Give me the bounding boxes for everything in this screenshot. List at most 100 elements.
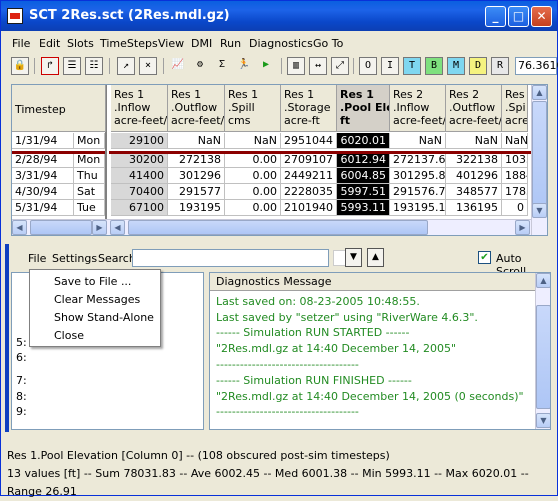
timestep-date[interactable]: 5/31/94 bbox=[12, 200, 74, 216]
column-header[interactable]: Res 1 .Inflow acre-feet/r bbox=[111, 85, 168, 132]
timestep-date[interactable]: 3/31/94 bbox=[12, 168, 74, 184]
grid-cell[interactable]: 193195.16 bbox=[390, 200, 446, 216]
title-bar[interactable]: SCT 2Res.sct (2Res.mdl.gz) _ □ ✕ bbox=[1, 1, 557, 31]
grid-cell[interactable]: 136195 bbox=[446, 200, 502, 216]
value-field[interactable]: 76.3610 bbox=[515, 57, 558, 75]
flag-o-button[interactable]: O bbox=[359, 57, 377, 75]
rows-icon[interactable]: ☰ bbox=[63, 57, 81, 75]
grid-cell[interactable]: 291576.75 bbox=[390, 184, 446, 200]
grid-cell[interactable]: 6004.85 bbox=[337, 168, 390, 184]
grid-cell[interactable]: 1884 bbox=[502, 168, 528, 184]
grid-cell[interactable]: 41400 bbox=[111, 168, 168, 184]
scroll-right-icon[interactable]: ▶ bbox=[515, 220, 530, 235]
timestep-date[interactable]: 2/28/94 bbox=[12, 152, 74, 168]
grid-cell[interactable]: 322138 bbox=[446, 152, 502, 168]
menu-view[interactable]: View bbox=[158, 37, 184, 50]
search-input[interactable] bbox=[132, 249, 329, 267]
open-window-icon[interactable]: ↗ bbox=[117, 57, 135, 75]
maximize-button[interactable]: □ bbox=[508, 6, 529, 27]
columns-icon[interactable]: ☷ bbox=[85, 57, 103, 75]
flag-d-button[interactable]: D bbox=[469, 57, 487, 75]
grid-cell[interactable]: 301296 bbox=[168, 168, 225, 184]
diag-file-menu[interactable]: File bbox=[28, 252, 46, 265]
col-width-icon[interactable]: ▥ bbox=[287, 57, 305, 75]
fit-width-icon[interactable]: ↔ bbox=[309, 57, 327, 75]
grid-cell[interactable]: 2709107 bbox=[281, 152, 337, 168]
grid-cell[interactable]: 291577 bbox=[168, 184, 225, 200]
timestep-day[interactable]: Sat bbox=[74, 184, 105, 200]
grid-cell[interactable]: 67100 bbox=[111, 200, 168, 216]
timestep-day[interactable]: Tue bbox=[74, 200, 105, 216]
lock-icon[interactable]: 🔒 bbox=[11, 57, 29, 75]
diag-vertical-scrollbar[interactable]: ▲ ▼ bbox=[535, 273, 550, 429]
flag-b-button[interactable]: B bbox=[425, 57, 443, 75]
grid-cell[interactable]: 401296 bbox=[446, 168, 502, 184]
timestep-date[interactable]: 4/30/94 bbox=[12, 184, 74, 200]
menu-file[interactable]: File bbox=[12, 37, 30, 50]
menu-dmi[interactable]: DMI bbox=[191, 37, 212, 50]
column-header[interactable]: Res 1 .Pool Ele ft bbox=[337, 85, 390, 132]
column-header[interactable]: Res 2 .Outflow acre-feet/r bbox=[446, 85, 502, 132]
grid-cell[interactable]: 0 bbox=[502, 200, 528, 216]
grid-cell[interactable]: 30200 bbox=[111, 152, 168, 168]
menu-item-clear-messages[interactable]: Clear Messages bbox=[54, 291, 140, 309]
grid-cell[interactable]: 2449211 bbox=[281, 168, 337, 184]
menu-item-close[interactable]: Close bbox=[54, 327, 84, 345]
scroll-right-icon[interactable]: ▶ bbox=[92, 220, 107, 235]
close-window-icon[interactable]: ⨯ bbox=[139, 57, 157, 75]
grid-cell[interactable]: 2101940 bbox=[281, 200, 337, 216]
grid-cell[interactable]: 193195 bbox=[168, 200, 225, 216]
grid-cell[interactable]: 0.00 bbox=[225, 184, 281, 200]
flag-r-button[interactable]: R bbox=[491, 57, 509, 75]
menu-item-show-stand-alone[interactable]: Show Stand-Alone bbox=[54, 309, 154, 327]
scroll-up-icon[interactable]: ▲ bbox=[536, 273, 550, 288]
scroll-up-icon[interactable]: ▲ bbox=[532, 85, 547, 100]
grid-cell[interactable]: NaN bbox=[225, 133, 281, 149]
menu-run[interactable]: Run bbox=[220, 37, 241, 50]
column-header[interactable]: Res 1 .Storage acre-ft bbox=[281, 85, 337, 132]
diagnostics-message-header[interactable]: Diagnostics Message bbox=[210, 273, 540, 291]
menu-item-save-to-file[interactable]: Save to File ... bbox=[54, 273, 131, 291]
close-button[interactable]: ✕ bbox=[531, 6, 552, 27]
diag-settings-menu[interactable]: Settings bbox=[52, 252, 97, 265]
grid-cell[interactable]: NaN bbox=[168, 133, 225, 149]
scroll-left-icon[interactable]: ◀ bbox=[12, 220, 27, 235]
runner-icon[interactable]: 🏃 bbox=[235, 57, 253, 75]
flag-m-button[interactable]: M bbox=[447, 57, 465, 75]
grid-cell[interactable]: 0.00 bbox=[225, 200, 281, 216]
grid-cell[interactable]: NaN bbox=[502, 133, 528, 149]
flag-t-button[interactable]: T bbox=[403, 57, 421, 75]
menu-goto[interactable]: Go To bbox=[313, 37, 343, 50]
column-header[interactable]: Res 1 .Outflow acre-feet/r bbox=[168, 85, 225, 132]
scroll-down-icon[interactable]: ▼ bbox=[532, 203, 547, 218]
search-up-button[interactable]: ▲ bbox=[367, 248, 384, 267]
select-tool-icon[interactable]: ↱ bbox=[41, 57, 59, 75]
grid-cell[interactable]: 1785 bbox=[502, 184, 528, 200]
column-header[interactable]: Res 2.Spiacre bbox=[502, 85, 528, 132]
grid-cell[interactable]: 6020.01 bbox=[337, 133, 390, 149]
grid-cell[interactable]: NaN bbox=[390, 133, 446, 149]
grid-cell[interactable]: 272138 bbox=[168, 152, 225, 168]
calc-icon[interactable]: Σ bbox=[213, 57, 231, 75]
timestep-day[interactable]: Mon bbox=[74, 152, 105, 168]
hscroll-thumb[interactable] bbox=[128, 220, 428, 235]
grid-cell[interactable]: 5997.51 bbox=[337, 184, 390, 200]
fit-all-icon[interactable]: ⤢ bbox=[331, 57, 349, 75]
column-header[interactable]: Res 1 .Spill cms bbox=[225, 85, 281, 132]
scroll-thumb[interactable] bbox=[536, 305, 550, 409]
plot-icon[interactable]: 📈 bbox=[169, 57, 187, 75]
scroll-down-icon[interactable]: ▼ bbox=[536, 413, 550, 428]
grid-cell[interactable]: 1035 bbox=[502, 152, 528, 168]
grid-horizontal-scrollbar[interactable]: ◀ ▶ ◀ ▶ bbox=[12, 219, 531, 235]
grid-vertical-scrollbar[interactable]: ▲ ▼ bbox=[531, 85, 547, 235]
hscroll-thumb-left[interactable] bbox=[30, 220, 92, 235]
tools-icon[interactable]: ⚙ bbox=[191, 57, 209, 75]
grid-cell[interactable]: 5993.11 bbox=[337, 200, 390, 216]
run-icon[interactable]: ▶ bbox=[257, 57, 275, 75]
flag-i-button[interactable]: I bbox=[381, 57, 399, 75]
grid-cell[interactable]: 2951044 bbox=[281, 133, 337, 149]
grid-cell[interactable]: NaN bbox=[446, 133, 502, 149]
menu-diagnostics[interactable]: Diagnostics bbox=[249, 37, 313, 50]
timestep-date[interactable]: 1/31/94 bbox=[12, 133, 74, 149]
column-header[interactable]: Res 2 .Inflow acre-feet/r bbox=[390, 85, 446, 132]
